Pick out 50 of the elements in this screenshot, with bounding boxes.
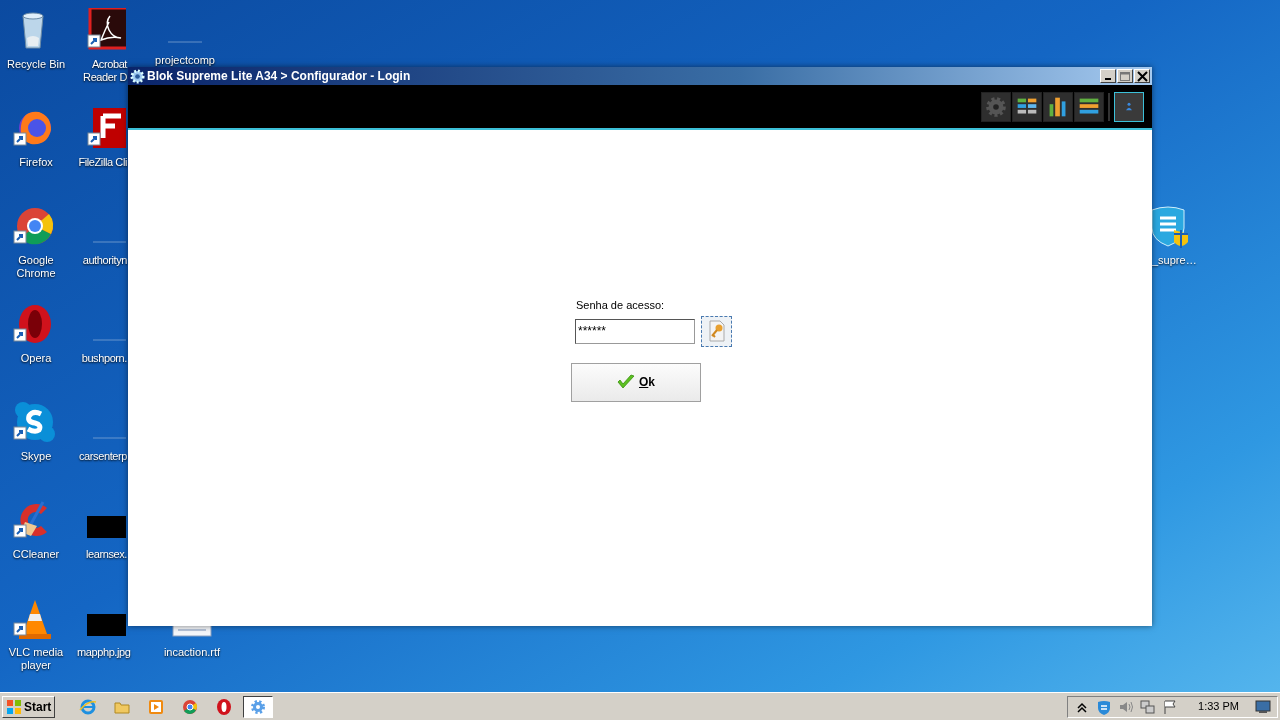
grid-button[interactable] bbox=[1012, 91, 1042, 122]
minimize-icon bbox=[1105, 78, 1111, 80]
desktop-icon-label[interactable]: Firefox bbox=[19, 156, 53, 169]
ok-button[interactable]: Ok bbox=[571, 362, 701, 402]
checkmark-icon bbox=[617, 374, 635, 390]
person-icon bbox=[1125, 102, 1133, 111]
document-icon[interactable] bbox=[169, 626, 215, 637]
play-icon bbox=[147, 697, 166, 716]
gear-icon bbox=[249, 697, 268, 716]
network-icon[interactable] bbox=[1140, 698, 1157, 715]
desktop-icon-label[interactable]: Acrobat Reader D bbox=[77, 58, 127, 84]
list-button[interactable] bbox=[1074, 91, 1104, 122]
password-field[interactable]: ****** bbox=[575, 318, 695, 344]
desktop-icon-label[interactable]: _supre… bbox=[1152, 254, 1197, 267]
taskbar-app-button[interactable] bbox=[243, 695, 274, 718]
desktop-icon-label[interactable]: projectcomp bbox=[155, 54, 215, 67]
desktop-icon-label[interactable]: Google Chrome bbox=[4, 254, 68, 280]
start-button[interactable]: Start bbox=[2, 695, 56, 718]
maximize-icon bbox=[1120, 71, 1130, 81]
desktop-icon-label[interactable]: FileZilla Cli bbox=[77, 156, 127, 169]
key-button[interactable] bbox=[701, 315, 732, 347]
shield-icon[interactable] bbox=[1152, 204, 1188, 250]
gear-icon bbox=[130, 68, 145, 84]
close-button[interactable] bbox=[1134, 69, 1150, 83]
wheel-icon bbox=[181, 697, 200, 716]
desktop-icon-label[interactable]: Recycle Bin bbox=[6, 58, 66, 71]
desktop-icon-label[interactable]: bushporn. bbox=[77, 352, 127, 365]
key-icon bbox=[706, 320, 727, 342]
window-title: Blok Supreme Lite A34 > Configurador - Login bbox=[147, 68, 411, 85]
close-icon bbox=[1136, 70, 1148, 82]
desktop-icon-label[interactable]: Skype bbox=[20, 450, 52, 463]
desktop-icon-label[interactable]: CCleaner bbox=[12, 548, 60, 561]
password-label: Senha de acesso: bbox=[576, 298, 666, 313]
user-button[interactable] bbox=[1114, 91, 1144, 122]
flag-icon[interactable] bbox=[1162, 698, 1179, 715]
desktop-icon-label[interactable]: learnsex. bbox=[77, 548, 127, 561]
minimize-button[interactable] bbox=[1100, 69, 1116, 83]
maximize-button[interactable] bbox=[1117, 69, 1133, 83]
desktop-icon-label[interactable]: carsenterp bbox=[77, 450, 127, 463]
desktop-icon-label[interactable]: Opera bbox=[20, 352, 52, 365]
desktop-icon-label[interactable]: authorityn bbox=[77, 254, 127, 267]
clock[interactable]: 1:33 PM bbox=[1198, 698, 1239, 715]
shield-icon[interactable] bbox=[1096, 698, 1113, 715]
windows-logo bbox=[6, 698, 22, 715]
desktop-icon-label[interactable]: incaction.rtf bbox=[163, 646, 221, 659]
ring-icon bbox=[215, 697, 234, 716]
desktop-icon-label[interactable]: VLC media player bbox=[4, 646, 68, 672]
chart-button[interactable] bbox=[1043, 91, 1073, 122]
globe-icon bbox=[79, 697, 98, 716]
monitor-icon[interactable] bbox=[1255, 699, 1271, 714]
